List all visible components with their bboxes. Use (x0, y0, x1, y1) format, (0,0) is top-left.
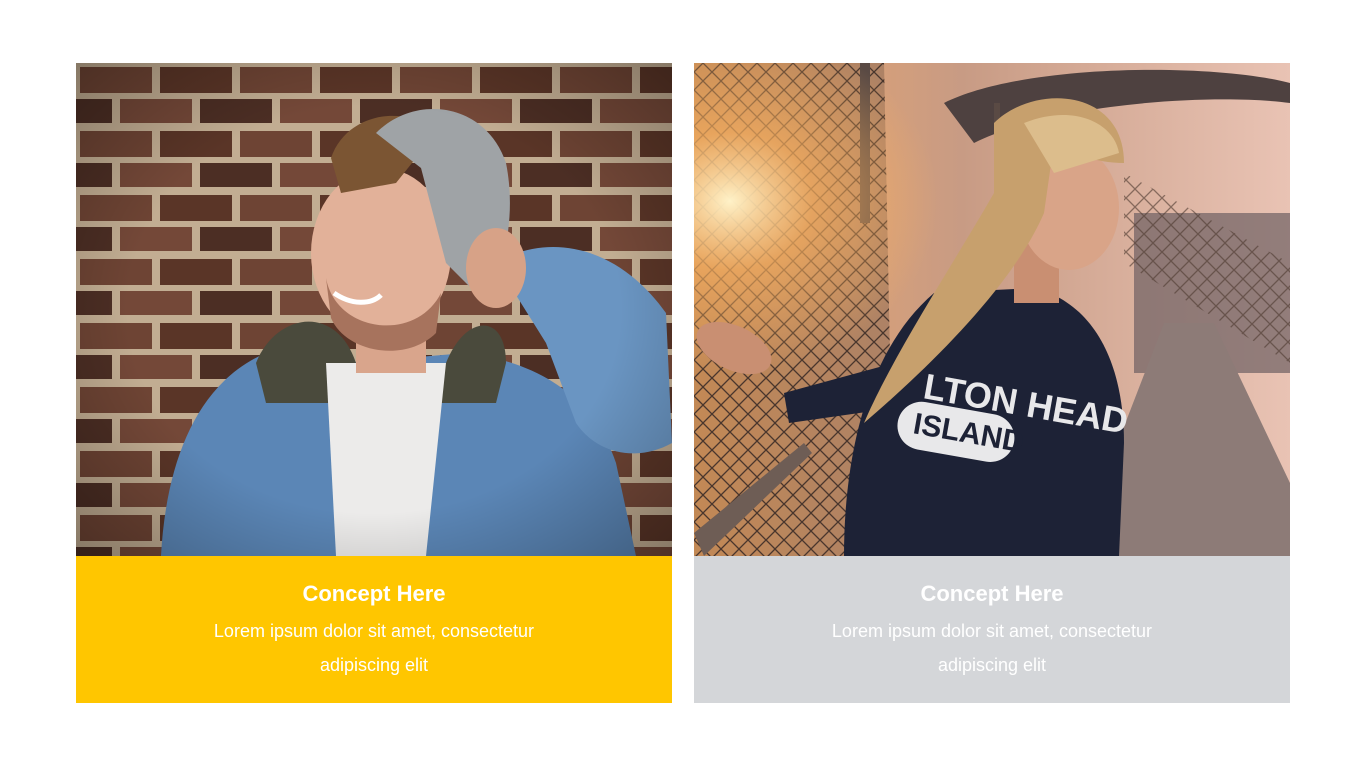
concept-title: Concept Here (920, 581, 1064, 606)
man-in-beanie-photo (76, 63, 672, 556)
concept-title: Concept Here (302, 581, 446, 606)
concept-description: Lorem ipsum dolor sit amet, consectetur … (213, 621, 535, 675)
woman-on-bridge-photo: LTON HEAD ISLAND (694, 63, 1290, 556)
concept-caption-left: Concept Here Lorem ipsum dolor sit amet,… (76, 556, 672, 703)
concept-description: Lorem ipsum dolor sit amet, consectetur … (831, 621, 1153, 675)
concept-caption-right: Concept Here Lorem ipsum dolor sit amet,… (694, 556, 1290, 703)
concept-card-left: Concept Here Lorem ipsum dolor sit amet,… (76, 63, 672, 703)
concept-card-right: LTON HEAD ISLAND Concept Here Lorem ipsu… (694, 63, 1290, 703)
slide: Concept Here Lorem ipsum dolor sit amet,… (0, 0, 1365, 768)
